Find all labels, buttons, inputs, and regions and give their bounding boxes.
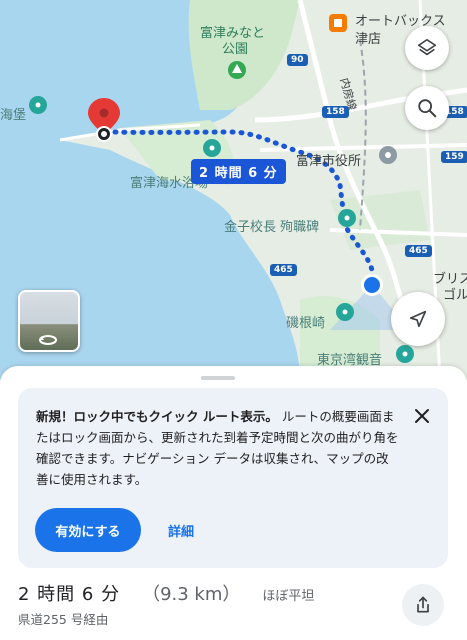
route-distance: （9.3 km） xyxy=(142,584,241,605)
route-summary: 2 時間 6 分 （9.3 km） ほぼ平坦 xyxy=(18,580,314,606)
map-label-fort: 海堡 xyxy=(0,108,27,123)
street-view-thumbnail[interactable] xyxy=(18,290,80,352)
sheet-drag-handle[interactable] xyxy=(201,376,235,380)
road-badge: 90 xyxy=(287,54,308,66)
park-marker-icon xyxy=(228,61,246,79)
map-label-monument: 金子校長 殉職碑 xyxy=(224,220,320,235)
attraction-marker-icon xyxy=(29,96,47,114)
360-rotate-icon xyxy=(39,335,57,345)
promo-title: 新規！ロック中でもクイック ルート表示。 xyxy=(36,409,278,424)
recenter-navigation-button[interactable] xyxy=(391,292,445,346)
isonesaki-marker-icon xyxy=(336,303,354,321)
bottom-sheet[interactable]: 新規！ロック中でもクイック ルート表示。 ルートの概要画面またはロック画面から、… xyxy=(0,366,467,640)
layers-button[interactable] xyxy=(405,26,449,70)
map-label-city-hall: 富津市役所 xyxy=(296,154,362,169)
map-label-golf-2: ゴル xyxy=(443,288,467,303)
city-hall-marker-icon xyxy=(379,146,397,164)
road-badge: 465 xyxy=(405,245,432,257)
enable-button[interactable]: 有効にする xyxy=(35,508,141,552)
route-via: 県道255 号経由 xyxy=(18,612,109,627)
navigation-arrow-icon xyxy=(409,310,427,328)
route-elevation: ほぼ平坦 xyxy=(262,589,315,604)
search-icon xyxy=(418,99,437,118)
share-button[interactable] xyxy=(402,584,444,626)
monument-marker-icon xyxy=(338,209,356,227)
map-label-isonesaki: 磯根崎 xyxy=(286,316,326,331)
route-duration-callout[interactable]: 2 時間 6 分 xyxy=(191,159,286,184)
shop-marker-icon xyxy=(329,14,347,32)
search-button[interactable] xyxy=(405,86,449,130)
beach-marker-icon xyxy=(203,139,221,157)
details-link[interactable]: 詳細 xyxy=(168,508,194,552)
route-duration: 2 時間 6 分 xyxy=(18,584,121,605)
promo-close-button[interactable] xyxy=(410,404,434,428)
map-label-park-2: 公園 xyxy=(222,42,249,57)
layers-icon xyxy=(417,38,437,56)
promo-text: 新規！ロック中でもクイック ルート表示。 ルートの概要画面またはロック画面から、… xyxy=(36,406,401,490)
share-icon xyxy=(417,596,429,613)
road-badge: 159 xyxy=(441,151,467,163)
kannon-marker-icon xyxy=(396,345,414,363)
promo-card: 新規！ロック中でもクイック ルート表示。 ルートの概要画面またはロック画面から、… xyxy=(18,388,448,568)
road-badge: 465 xyxy=(270,264,297,276)
close-icon xyxy=(415,409,429,423)
road-badge: 158 xyxy=(322,106,349,118)
map-label-shop-2: 津店 xyxy=(355,32,382,47)
map-view[interactable]: 富津みなと 公園 オートバックス 津店 内房線 海堡 富津市役所 富津海水浴場 … xyxy=(0,0,467,380)
